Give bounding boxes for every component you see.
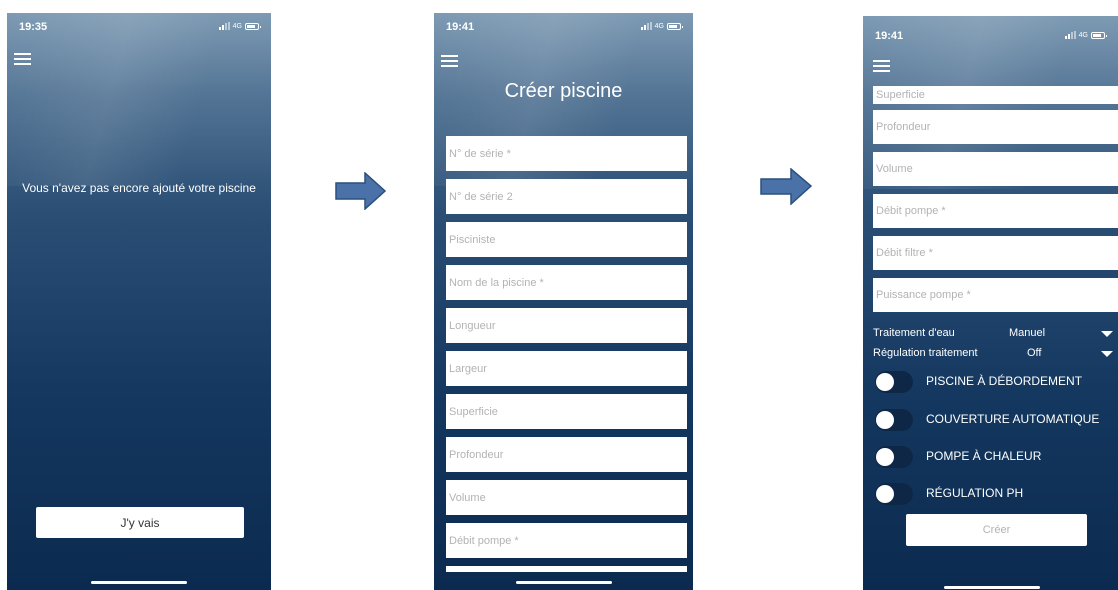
pool-name-field[interactable] (446, 265, 687, 300)
toggle-label: POMPE À CHALEUR (926, 449, 1042, 463)
treatment-regulation-select[interactable]: Régulation traitement Off (873, 346, 1118, 362)
treatment-regulation-value[interactable]: Off (1027, 347, 1041, 359)
area-field[interactable] (446, 394, 687, 429)
toggle-switch[interactable] (875, 409, 913, 431)
home-indicator[interactable] (91, 581, 187, 584)
pump-power-field[interactable] (873, 278, 1118, 312)
water-treatment-label: Traitement d'eau (873, 327, 955, 339)
serial-number-field[interactable] (446, 136, 687, 171)
toggle-label: RÉGULATION PH (926, 486, 1024, 500)
status-time: 19:35 (19, 21, 48, 33)
battery-icon (1091, 31, 1107, 39)
hamburger-menu-icon[interactable] (441, 55, 458, 68)
status-time: 19:41 (446, 21, 475, 33)
filter-flow-field[interactable] (873, 236, 1118, 270)
right-arrow-icon (335, 172, 386, 210)
phone-screen-create-pool: 19:41 4G Créer piscine (434, 13, 693, 590)
next-field-partial[interactable] (446, 566, 687, 572)
length-field[interactable] (446, 308, 687, 343)
toggle-ph-regulation[interactable]: RÉGULATION PH (875, 482, 1118, 506)
dropdown-caret-icon[interactable] (1101, 351, 1113, 357)
area-field[interactable] (873, 86, 1118, 104)
pump-flow-field[interactable] (873, 194, 1118, 228)
battery-icon (667, 22, 683, 30)
serial-number-2-field[interactable] (446, 179, 687, 214)
right-arrow-icon (760, 168, 812, 205)
status-time: 19:41 (875, 30, 904, 42)
create-pool-form (446, 136, 687, 580)
signal-icon (640, 22, 652, 30)
toggle-label: COUVERTURE AUTOMATIQUE (926, 412, 1100, 426)
status-bar: 19:41 4G (434, 13, 693, 41)
status-bar: 19:41 4G (863, 16, 1118, 44)
pump-flow-field[interactable] (446, 523, 687, 558)
toggle-heat-pump[interactable]: POMPE À CHALEUR (875, 445, 1118, 469)
toggle-automatic-cover[interactable]: COUVERTURE AUTOMATIQUE (875, 408, 1118, 432)
phone-screen-create-pool-scrolled: 19:41 4G Traitement d'eau Manuel Régulat… (863, 16, 1118, 590)
phone-screen-empty-state: 19:35 4G Vous n'avez pas encore ajouté v… (7, 13, 271, 590)
pool-builder-field[interactable] (446, 222, 687, 257)
network-type: 4G (654, 22, 664, 30)
signal-icon (1064, 31, 1076, 39)
create-button[interactable]: Créer (906, 514, 1087, 546)
water-treatment-select[interactable]: Traitement d'eau Manuel (873, 326, 1118, 342)
page-title: Créer piscine (504, 80, 623, 102)
width-field[interactable] (446, 351, 687, 386)
empty-pool-message: Vous n'avez pas encore ajouté votre pisc… (22, 181, 256, 195)
hamburger-menu-icon[interactable] (873, 60, 890, 73)
depth-field[interactable] (446, 437, 687, 472)
arrow-shape (760, 168, 812, 205)
go-button[interactable]: J'y vais (36, 507, 244, 538)
dropdown-caret-icon[interactable] (1101, 331, 1113, 337)
status-bar: 19:35 4G (7, 13, 271, 41)
toggle-overflow-pool[interactable]: PISCINE À DÉBORDEMENT (875, 370, 1118, 394)
toggle-switch[interactable] (875, 483, 913, 505)
toggle-switch[interactable] (875, 371, 913, 393)
home-indicator[interactable] (944, 586, 1040, 589)
treatment-regulation-label: Régulation traitement (873, 347, 978, 359)
volume-field[interactable] (446, 480, 687, 515)
network-type: 4G (1078, 31, 1088, 39)
arrow-shape (335, 172, 386, 210)
water-treatment-value[interactable]: Manuel (1009, 327, 1045, 339)
hamburger-menu-icon[interactable] (14, 53, 31, 66)
home-indicator[interactable] (515, 581, 612, 584)
depth-field[interactable] (873, 110, 1118, 144)
signal-icon (218, 22, 230, 30)
toggle-switch[interactable] (875, 446, 913, 468)
network-type: 4G (232, 22, 242, 30)
toggle-label: PISCINE À DÉBORDEMENT (926, 374, 1083, 388)
volume-field[interactable] (873, 152, 1118, 186)
create-pool-form (873, 86, 1118, 320)
battery-icon (245, 22, 261, 30)
